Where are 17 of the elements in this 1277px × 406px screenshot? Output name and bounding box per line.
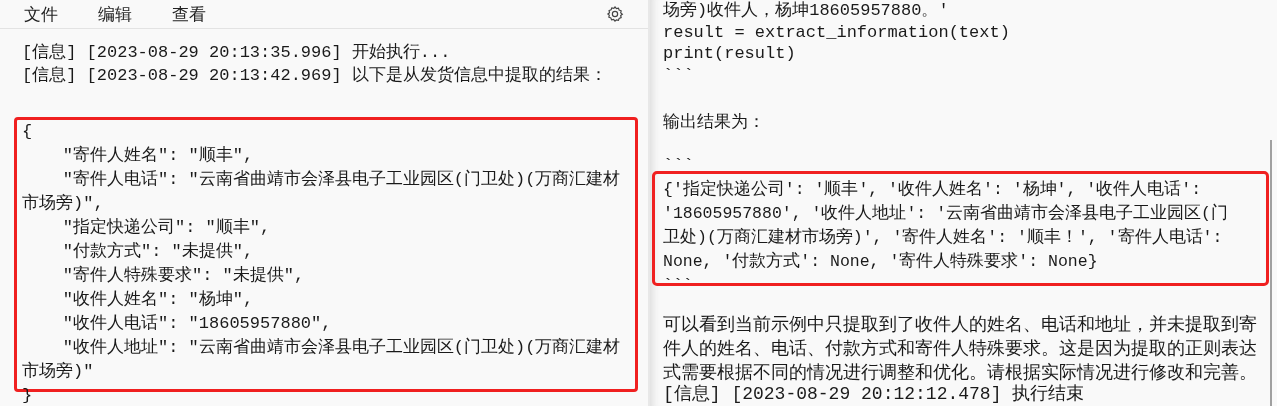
code-line: result = extract_information(text) xyxy=(663,21,1011,43)
scrollbar[interactable] xyxy=(1270,140,1272,406)
code-line: ``` xyxy=(663,64,695,86)
menu-item[interactable]: 编辑 xyxy=(98,2,132,26)
output-text: {'指定快递公司': '顺丰', '收件人姓名': '杨坤', '收件人电话': '18605957880', '收件人地址': '云南省曲靖市会泽县电子工业园区(门 卫处)(万商汇建材市场旁)', '寄件人姓名': '顺丰！', '寄件人电话': None, '付款方式': None, '寄件人特殊要求': None} ``` xyxy=(663,178,1229,297)
log-line: [信息] [2023-08-29 20:13:35.996] 开始执行... xyxy=(22,42,452,64)
code-line: 场旁)收件人，杨坤18605957880。' xyxy=(663,0,950,22)
menu-item[interactable]: 查看 xyxy=(172,2,206,26)
log-line: [信息] [2023-08-29 20:13:42.969] 以下是从发货信息中提取的结果： xyxy=(22,65,608,87)
menu-item[interactable]: 文件 xyxy=(24,2,58,26)
json-output: { "寄件人姓名": "顺丰", "寄件人电话": "云南省曲靖市会泽县电子工业园区(门卫处)(万商汇建材 市场旁)", "指定快递公司": "顺丰", "付款方式": "未提供", "寄件人特殊要求": "未提供", "收件人姓名": "杨坤", "收件人电话": "18605957880", "收件人地址": "云南省曲靖市会泽县电子工业园区(门卫处)(万商汇建材 市场旁)" } xyxy=(22,121,622,406)
settings-icon[interactable] xyxy=(606,5,624,23)
log-line: [信息] [2023-08-29 20:12:12.478] 执行结束 xyxy=(663,384,1086,404)
explanation-text: 可以看到当前示例中只提取到了收件人的姓名、电话和地址，并未提取到寄件人的姓名、电话、付款方式和寄件人特殊要求。这是因为提取的正则表达式需要根据不同的情况进行调整和优化。请根据实际情况进行修改和完善。 xyxy=(663,312,1258,384)
code-fence: ``` xyxy=(663,159,695,173)
code-line: print(result) xyxy=(663,43,797,65)
output-label: 输出结果为： xyxy=(663,110,766,133)
